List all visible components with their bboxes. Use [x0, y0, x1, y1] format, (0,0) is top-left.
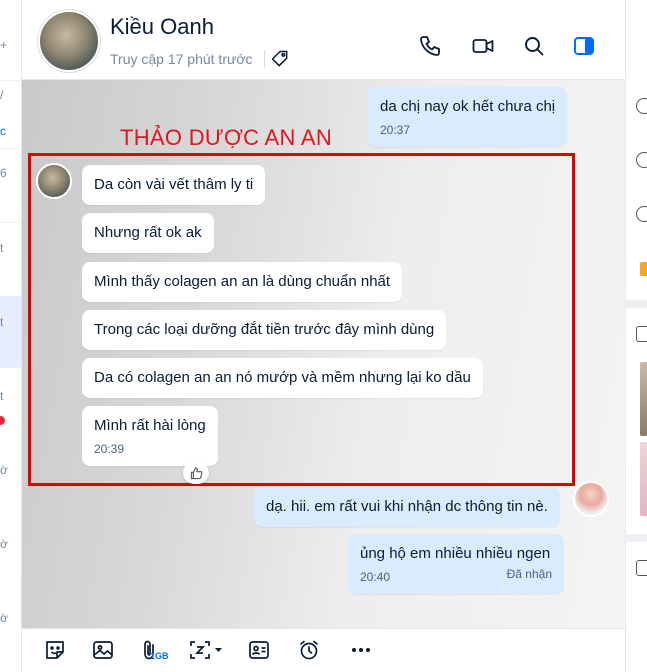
delivery-status: Đã nhận — [506, 567, 552, 581]
message-bubble-outgoing[interactable]: da chị nay ok hết chưa chị 20:37 — [368, 87, 568, 147]
message-text: da chị nay ok hết chưa chị — [380, 98, 556, 115]
message-text: Da có colagen an an nó mướp và mềm nhưng… — [94, 369, 471, 386]
left-fragment: ờ — [0, 537, 8, 551]
reminder-button[interactable] — [296, 637, 322, 663]
message-text: Nhưng rất ok ak — [94, 224, 202, 241]
screenshot-button[interactable] — [186, 637, 226, 663]
left-fragment: / — [0, 88, 4, 102]
media-icon[interactable] — [636, 326, 647, 342]
file-icon[interactable] — [636, 560, 647, 576]
message-bubble-incoming[interactable]: Mình thấy colagen an an là dùng chuẩn nh… — [82, 262, 403, 302]
group-icon[interactable] — [636, 206, 647, 222]
message-bubble-incoming[interactable]: Da còn vài vết thâm ly ti — [82, 165, 266, 205]
sticker-icon — [46, 641, 64, 659]
conversation-item-selected[interactable] — [0, 296, 21, 368]
message-bubble-outgoing[interactable]: ủng hộ em nhiều nhiều ngen 20:40 Đã nhận — [348, 534, 564, 594]
file-size-badge: 1GB — [150, 651, 169, 661]
unread-dot — [0, 416, 5, 425]
phone-icon — [420, 36, 440, 56]
message-text: Mình rất hài lòng — [94, 417, 206, 434]
more-icon — [352, 648, 370, 652]
media-thumbnail[interactable] — [640, 442, 647, 516]
tag-icon[interactable] — [270, 49, 290, 69]
message-text: Mình thấy colagen an an là dùng chuẩn nh… — [94, 273, 391, 290]
search-button[interactable] — [522, 34, 546, 58]
message-bubble-incoming[interactable]: Trong các loại dưỡng đắt tiền trước đây … — [82, 310, 447, 350]
message-text: dạ. hii. em rất vui khi nhận dc thông ti… — [266, 498, 548, 515]
message-bubble-incoming[interactable]: Nhưng rất ok ak — [82, 213, 214, 253]
conversation-list-strip: + / c 6 t t t ờ ờ ờ — [0, 0, 22, 672]
conversation-info-toggle[interactable] — [572, 34, 596, 58]
left-fragment: c — [0, 124, 6, 138]
reminder-icon — [300, 640, 318, 660]
sender-avatar[interactable] — [36, 163, 72, 199]
left-fragment: 6 — [0, 166, 7, 180]
contact-name[interactable]: Kiều Oanh — [110, 14, 214, 40]
left-fragment: + — [0, 38, 8, 52]
message-time: 20:37 — [380, 123, 411, 137]
sticker-button[interactable] — [42, 637, 68, 663]
info-panel-strip — [625, 0, 647, 672]
call-button[interactable] — [418, 34, 442, 58]
left-fragment: ờ — [0, 463, 8, 477]
left-fragment: t — [0, 241, 4, 255]
left-fragment: ờ — [0, 611, 8, 625]
reaction-button[interactable] — [183, 462, 209, 484]
divider — [264, 50, 265, 68]
screenshot-icon — [190, 641, 222, 659]
chat-header: Kiều Oanh Truy cập 17 phút trước — [22, 0, 625, 80]
more-options-button[interactable] — [348, 637, 374, 663]
video-call-button[interactable] — [471, 34, 495, 58]
bell-icon[interactable] — [636, 98, 647, 114]
hand-icon — [640, 262, 647, 276]
image-button[interactable] — [90, 637, 116, 663]
sidebar-toggle-icon — [574, 37, 594, 55]
contact-card-button[interactable] — [246, 637, 272, 663]
my-avatar[interactable] — [573, 481, 609, 517]
message-bubble-incoming[interactable]: Da có colagen an an nó mướp và mềm nhưng… — [82, 358, 483, 398]
message-area[interactable]: da chị nay ok hết chưa chị 20:37 THẢO DƯ… — [22, 80, 625, 628]
media-thumbnail[interactable] — [640, 362, 647, 436]
composer-toolbar: 1GB — [22, 628, 625, 672]
message-text: Trong các loại dưỡng đắt tiền trước đây … — [94, 321, 435, 338]
message-bubble-outgoing[interactable]: dạ. hii. em rất vui khi nhận dc thông ti… — [254, 487, 560, 527]
image-icon — [93, 641, 113, 659]
like-icon — [190, 466, 202, 479]
message-time: 20:39 — [94, 442, 125, 456]
annotation-label: THẢO DƯỢC AN AN — [120, 125, 333, 150]
avatar[interactable] — [38, 10, 100, 72]
pin-icon[interactable] — [636, 152, 647, 168]
message-text: ủng hộ em nhiều nhiều ngen — [360, 545, 551, 562]
message-bubble-incoming[interactable]: Mình rất hài lòng 20:39 — [82, 406, 218, 466]
message-text: Da còn vài vết thâm ly ti — [94, 176, 254, 193]
left-fragment: t — [0, 389, 4, 403]
contact-card-icon — [249, 641, 269, 659]
last-seen-status: Truy cập 17 phút trước — [110, 51, 253, 67]
video-call-icon — [472, 39, 494, 53]
search-icon — [525, 37, 544, 56]
left-fragment: t — [0, 315, 4, 329]
